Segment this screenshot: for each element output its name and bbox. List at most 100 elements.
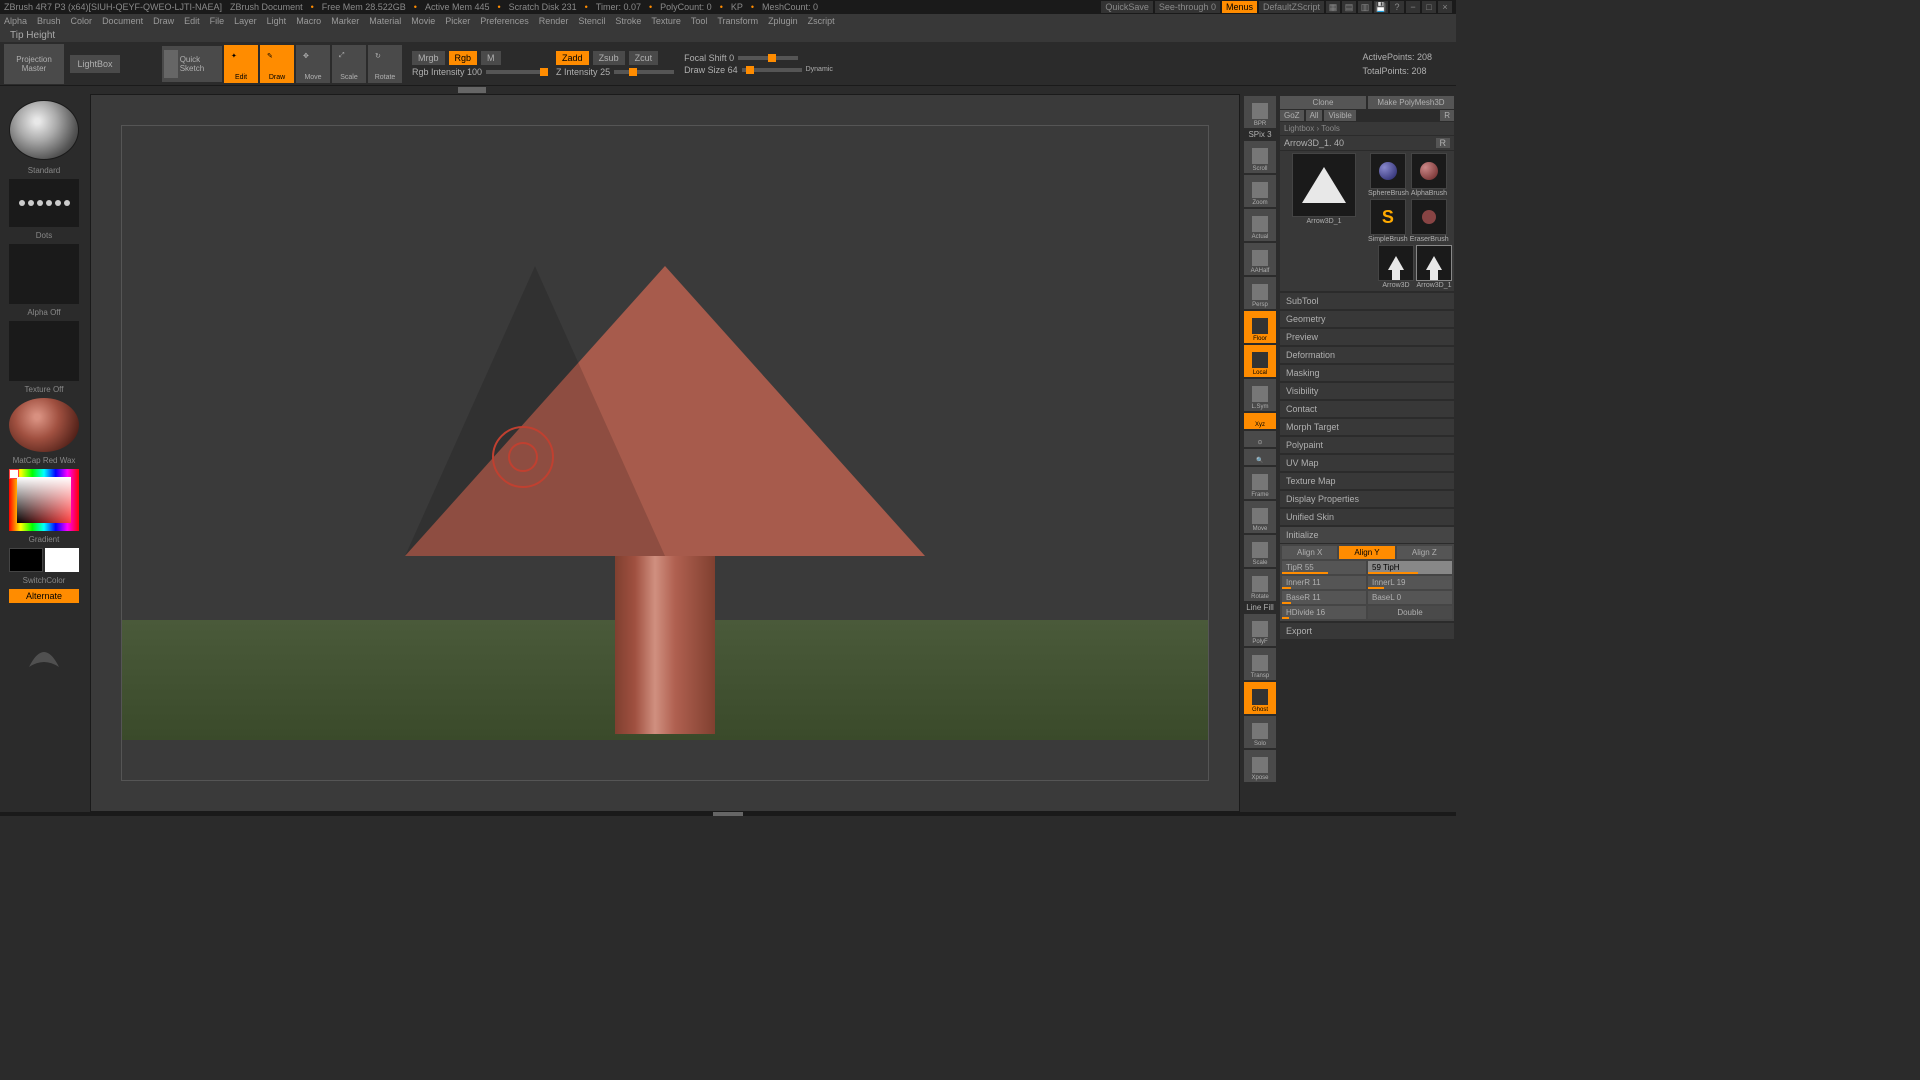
- help-icon[interactable]: ?: [1390, 1, 1404, 13]
- section-contact[interactable]: Contact: [1280, 400, 1454, 417]
- color-picker[interactable]: [9, 469, 79, 531]
- local-button[interactable]: Local: [1244, 345, 1276, 377]
- focal-shift-slider[interactable]: [738, 56, 798, 60]
- maximize-icon[interactable]: □: [1422, 1, 1436, 13]
- save-icon[interactable]: 💾: [1374, 1, 1388, 13]
- footer-handle[interactable]: [713, 812, 743, 816]
- align-x-button[interactable]: Align X: [1282, 546, 1337, 559]
- minimize-icon[interactable]: −: [1406, 1, 1420, 13]
- align-z-button[interactable]: Align Z: [1397, 546, 1452, 559]
- section-morph-target[interactable]: Morph Target: [1280, 418, 1454, 435]
- menu-preferences[interactable]: Preferences: [480, 16, 529, 26]
- menu-draw[interactable]: Draw: [153, 16, 174, 26]
- layout-icon[interactable]: ▦: [1326, 1, 1340, 13]
- close-icon[interactable]: ×: [1438, 1, 1452, 13]
- brush-preview[interactable]: [9, 100, 79, 160]
- seethrough-slider[interactable]: See-through 0: [1155, 1, 1220, 13]
- projection-master-button[interactable]: Projection Master: [4, 44, 64, 84]
- section-polypaint[interactable]: Polypaint: [1280, 436, 1454, 453]
- move-tool-button[interactable]: Move: [1244, 501, 1276, 533]
- tiph-slider[interactable]: 59 TipH: [1368, 561, 1452, 574]
- menu-texture[interactable]: Texture: [651, 16, 681, 26]
- move-button[interactable]: ✥Move: [296, 45, 330, 83]
- solo-button[interactable]: Solo: [1244, 716, 1276, 748]
- innerr-slider[interactable]: InnerR 11: [1282, 576, 1366, 589]
- zoom-button[interactable]: Zoom: [1244, 175, 1276, 207]
- layout2-icon[interactable]: ▤: [1342, 1, 1356, 13]
- spix-slider[interactable]: SPix 3: [1244, 130, 1276, 139]
- divider-strip[interactable]: [0, 86, 1456, 94]
- alpha-preview[interactable]: [9, 244, 79, 304]
- menu-marker[interactable]: Marker: [331, 16, 359, 26]
- tool-breadcrumb[interactable]: Lightbox › Tools: [1280, 122, 1454, 135]
- current-tool-icon[interactable]: [1292, 153, 1356, 217]
- baser-slider[interactable]: BaseR 11: [1282, 591, 1366, 604]
- texture-preview[interactable]: [9, 321, 79, 381]
- rotate-button[interactable]: ↻Rotate: [368, 45, 402, 83]
- r-button[interactable]: R: [1440, 110, 1454, 121]
- rotate-tool-button[interactable]: Rotate: [1244, 569, 1276, 601]
- section-visibility[interactable]: Visibility: [1280, 382, 1454, 399]
- menu-alpha[interactable]: Alpha: [4, 16, 27, 26]
- arrow3d-1-icon[interactable]: [1416, 245, 1452, 281]
- switchcolor-button[interactable]: SwitchColor: [2, 576, 86, 585]
- scroll-button[interactable]: Scroll: [1244, 141, 1276, 173]
- default-zscript-button[interactable]: DefaultZScript: [1259, 1, 1324, 13]
- menu-material[interactable]: Material: [369, 16, 401, 26]
- menu-render[interactable]: Render: [539, 16, 569, 26]
- innerl-slider[interactable]: InnerL 19: [1368, 576, 1452, 589]
- rgb-button[interactable]: Rgb: [449, 51, 478, 65]
- section-geometry[interactable]: Geometry: [1280, 310, 1454, 327]
- swatch-secondary[interactable]: [9, 548, 43, 572]
- actual-button[interactable]: Actual: [1244, 209, 1276, 241]
- stroke-preview[interactable]: [9, 179, 79, 227]
- zoom-tool-button[interactable]: 🔍: [1244, 449, 1276, 465]
- material-preview[interactable]: [9, 398, 79, 452]
- menu-document[interactable]: Document: [102, 16, 143, 26]
- section-texture-map[interactable]: Texture Map: [1280, 472, 1454, 489]
- menu-tool[interactable]: Tool: [691, 16, 708, 26]
- menu-stencil[interactable]: Stencil: [578, 16, 605, 26]
- tipr-slider[interactable]: TipR 55: [1282, 561, 1366, 574]
- menu-zscript[interactable]: Zscript: [808, 16, 835, 26]
- goz-all-button[interactable]: All: [1306, 110, 1323, 121]
- floor-button[interactable]: Floor: [1244, 311, 1276, 343]
- goz-visible-button[interactable]: Visible: [1324, 110, 1355, 121]
- lightbox-button[interactable]: LightBox: [70, 55, 120, 73]
- mrgb-button[interactable]: Mrgb: [412, 51, 445, 65]
- quicksave-button[interactable]: QuickSave: [1101, 1, 1153, 13]
- section-initialize[interactable]: Initialize: [1280, 526, 1454, 543]
- alternate-button[interactable]: Alternate: [9, 589, 79, 603]
- basel-slider[interactable]: BaseL 0: [1368, 591, 1452, 604]
- ghost-button[interactable]: Ghost: [1244, 682, 1276, 714]
- layout3-icon[interactable]: ▥: [1358, 1, 1372, 13]
- simplebrush-icon[interactable]: S: [1370, 199, 1406, 235]
- xyz-button[interactable]: Xyz: [1244, 413, 1276, 429]
- menu-picker[interactable]: Picker: [445, 16, 470, 26]
- menus-button[interactable]: Menus: [1222, 1, 1257, 13]
- zcut-button[interactable]: Zcut: [629, 51, 659, 65]
- section-uv-map[interactable]: UV Map: [1280, 454, 1454, 471]
- aahalf-button[interactable]: AAHalf: [1244, 243, 1276, 275]
- section-preview[interactable]: Preview: [1280, 328, 1454, 345]
- menu-macro[interactable]: Macro: [296, 16, 321, 26]
- rgb-intensity-slider[interactable]: [486, 70, 546, 74]
- draw-button[interactable]: ✎Draw: [260, 45, 294, 83]
- draw-size-slider[interactable]: [742, 68, 802, 72]
- frame-button[interactable]: Frame: [1244, 467, 1276, 499]
- persp-button[interactable]: Persp: [1244, 277, 1276, 309]
- menu-color[interactable]: Color: [71, 16, 93, 26]
- menu-transform[interactable]: Transform: [717, 16, 758, 26]
- section-masking[interactable]: Masking: [1280, 364, 1454, 381]
- dynamic-label[interactable]: Dynamic: [806, 66, 833, 73]
- hdivide-slider[interactable]: HDivide 16: [1282, 606, 1366, 619]
- double-button[interactable]: Double: [1368, 606, 1452, 619]
- clone-button[interactable]: Clone: [1280, 96, 1366, 109]
- quicksketch-button[interactable]: Quick Sketch: [162, 46, 222, 82]
- lsym-button[interactable]: L.Sym: [1244, 379, 1276, 411]
- transp-button[interactable]: Transp: [1244, 648, 1276, 680]
- menu-layer[interactable]: Layer: [234, 16, 257, 26]
- zadd-button[interactable]: Zadd: [556, 51, 589, 65]
- menu-light[interactable]: Light: [267, 16, 287, 26]
- zsub-button[interactable]: Zsub: [593, 51, 625, 65]
